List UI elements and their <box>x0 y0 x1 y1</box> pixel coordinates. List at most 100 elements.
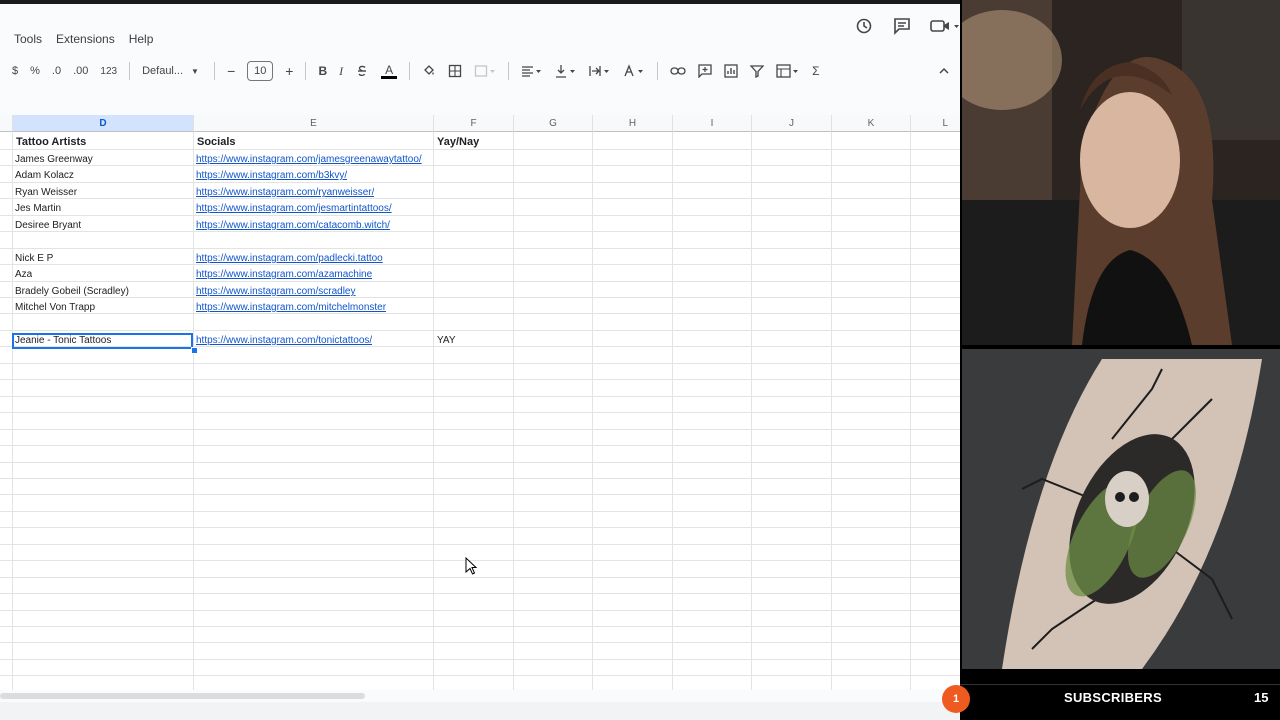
artist-cell[interactable]: Bradely Gobeil (Scradley) <box>15 284 129 300</box>
meet-video-icon[interactable] <box>930 16 960 36</box>
menu-extensions[interactable]: Extensions <box>49 28 122 52</box>
column-header-F[interactable]: F <box>434 115 514 132</box>
column-header-L[interactable]: L <box>911 115 960 132</box>
column-header-C[interactable] <box>0 115 13 132</box>
text-color-letter: A <box>385 62 394 77</box>
insert-link-icon[interactable] <box>670 60 686 82</box>
menu-help[interactable]: Help <box>122 28 161 52</box>
subscribers-count: 15 <box>1254 690 1269 705</box>
gridline <box>0 330 960 331</box>
font-size-input[interactable]: 10 <box>247 61 274 81</box>
toolbar-divider <box>657 62 659 80</box>
column-header-I[interactable]: I <box>673 115 752 132</box>
header-actions <box>854 16 960 36</box>
scrollbar-thumb[interactable] <box>0 693 365 699</box>
artist-cell[interactable]: Aza <box>15 267 32 283</box>
artist-cell[interactable]: Desiree Bryant <box>15 218 81 234</box>
social-link[interactable]: https://www.instagram.com/jesmartintatto… <box>196 201 392 217</box>
gridline <box>0 577 960 578</box>
gridline <box>0 264 960 265</box>
column-header-E[interactable]: E <box>194 115 434 132</box>
version-history-icon[interactable] <box>854 16 874 36</box>
social-link[interactable]: https://www.instagram.com/ryanweisser/ <box>196 185 374 201</box>
gridline <box>0 149 960 150</box>
social-link[interactable]: https://www.instagram.com/azamachine <box>196 267 372 283</box>
artist-cell[interactable]: Adam Kolacz <box>15 168 74 184</box>
collapse-toolbar-icon[interactable] <box>938 60 950 82</box>
social-link[interactable]: https://www.instagram.com/scradley <box>196 284 356 300</box>
gridline <box>0 297 960 298</box>
percent-format-button[interactable]: % <box>30 60 40 82</box>
gridline <box>0 198 960 199</box>
social-link[interactable]: https://www.instagram.com/b3kvy/ <box>196 168 347 184</box>
filter-icon[interactable] <box>750 60 765 82</box>
social-link[interactable]: https://www.instagram.com/padlecki.tatto… <box>196 251 383 267</box>
column-header-H[interactable]: H <box>593 115 673 132</box>
strikethrough-icon[interactable] <box>355 60 369 82</box>
artist-cell[interactable]: Ryan Weisser <box>15 185 77 201</box>
fill-color-icon[interactable] <box>422 60 436 82</box>
artist-cell[interactable]: Jes Martin <box>15 201 61 217</box>
gridline <box>0 478 960 479</box>
horizontal-align-icon[interactable] <box>521 60 543 82</box>
social-link[interactable]: https://www.instagram.com/jamesgreenaway… <box>196 152 422 168</box>
currency-format-button[interactable]: $ <box>12 60 18 82</box>
gridline <box>0 462 960 463</box>
vote-cell[interactable]: YAY <box>437 333 456 349</box>
text-color-swatch <box>381 75 398 79</box>
gridline <box>0 527 960 528</box>
social-link[interactable]: https://www.instagram.com/tonictattoos/ <box>196 333 372 349</box>
decrease-decimal-button[interactable]: .0 <box>52 60 61 82</box>
increase-decimal-button[interactable]: .00 <box>73 60 88 82</box>
gridline <box>0 248 960 249</box>
fill-handle[interactable] <box>191 347 198 354</box>
borders-icon[interactable] <box>448 60 462 82</box>
horizontal-scrollbar[interactable] <box>0 690 960 702</box>
italic-button[interactable]: I <box>339 60 343 82</box>
artist-cell[interactable]: James Greenway <box>15 152 93 168</box>
number-format-button[interactable]: 123 <box>100 60 117 82</box>
subscribers-label: SUBSCRIBERS <box>1064 690 1162 705</box>
header-tattoo-artists[interactable]: Tattoo Artists <box>16 134 86 150</box>
insert-chart-icon[interactable] <box>724 60 738 82</box>
font-size-increase-button[interactable]: + <box>285 60 293 82</box>
font-family-select[interactable]: Defaul... ▼ <box>142 60 202 82</box>
gridline <box>0 165 960 166</box>
column-header-J[interactable]: J <box>752 115 832 132</box>
header-yay-nay[interactable]: Yay/Nay <box>437 134 479 150</box>
column-header-D[interactable]: D <box>13 115 194 132</box>
webcam-feed <box>962 0 1280 345</box>
comments-icon[interactable] <box>892 16 912 36</box>
font-size-decrease-button[interactable]: − <box>227 60 235 82</box>
gridline <box>0 445 960 446</box>
subscriber-badge: 1 <box>942 685 970 713</box>
gridline <box>0 560 960 561</box>
column-header-K[interactable]: K <box>832 115 911 132</box>
toolbar-divider <box>305 62 307 80</box>
gridline <box>0 642 960 643</box>
functions-button[interactable]: Σ <box>812 60 819 82</box>
insert-comment-icon[interactable] <box>698 60 712 82</box>
gridline <box>0 379 960 380</box>
filter-views-icon[interactable] <box>776 60 800 82</box>
artist-cell[interactable]: Nick E P <box>15 251 53 267</box>
gridline <box>0 610 960 611</box>
menu-tools[interactable]: Tools <box>0 28 49 52</box>
gridline <box>0 626 960 627</box>
text-wrapping-icon[interactable] <box>589 60 611 82</box>
social-link[interactable]: https://www.instagram.com/mitchelmonster <box>196 300 386 316</box>
bold-button[interactable]: B <box>318 60 327 82</box>
vertical-align-icon[interactable] <box>555 60 577 82</box>
text-rotation-icon[interactable] <box>623 60 645 82</box>
gridline <box>0 363 960 364</box>
text-color-button[interactable]: A <box>381 60 398 82</box>
column-header-G[interactable]: G <box>514 115 593 132</box>
merge-cells-icon[interactable] <box>474 60 496 82</box>
header-socials[interactable]: Socials <box>197 134 236 150</box>
gridline <box>0 313 960 314</box>
sheet-tabs-bar <box>0 702 960 720</box>
artist-cell[interactable]: Mitchel Von Trapp <box>15 300 95 316</box>
social-link[interactable]: https://www.instagram.com/catacomb.witch… <box>196 218 390 234</box>
gridline <box>0 281 960 282</box>
spreadsheet-grid[interactable]: D E F G H I J K L Tattoo Artists Socials… <box>0 115 960 690</box>
